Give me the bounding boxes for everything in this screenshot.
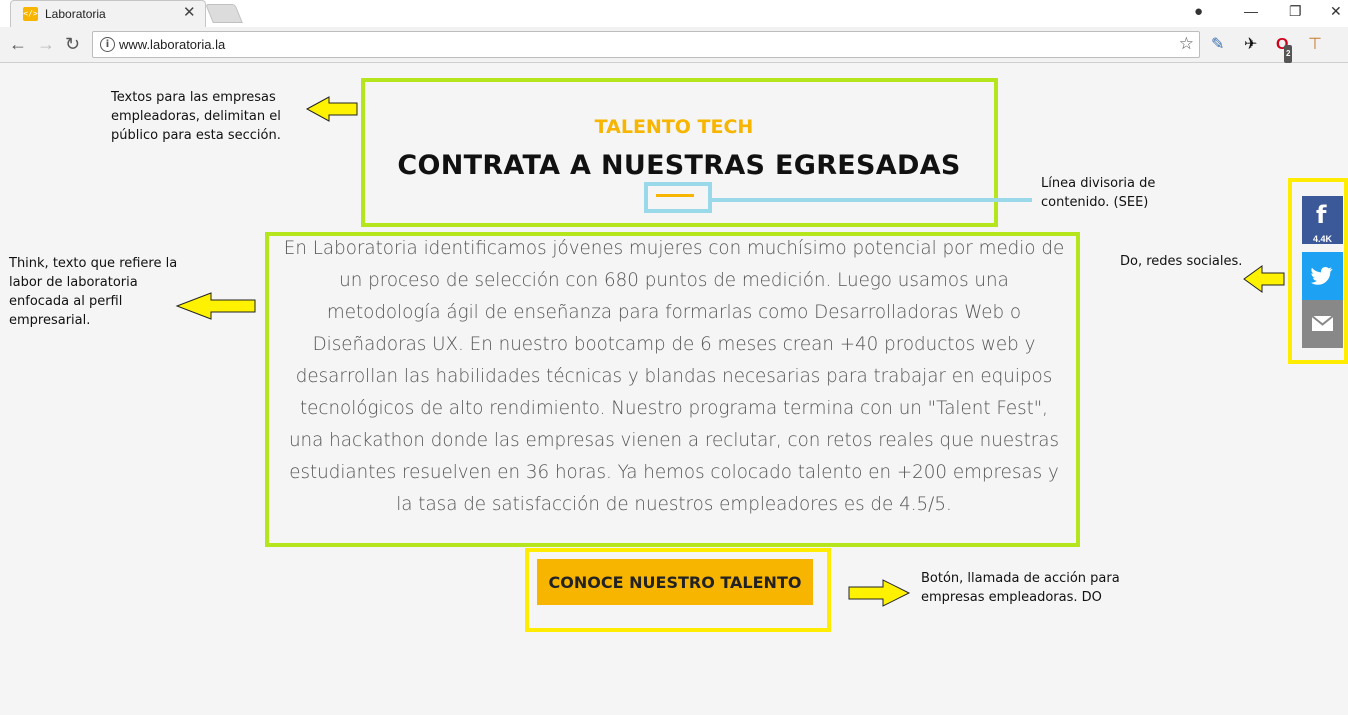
body-line: Diseñadoras UX. En nuestro bootcamp de 6… (312, 334, 1036, 355)
envelope-icon (1311, 315, 1334, 331)
email-share-button[interactable] (1302, 300, 1343, 348)
tag-extension-icon[interactable]: ⊤ (1308, 36, 1322, 54)
body-line: una hackathon donde las empresas vienen … (288, 430, 1060, 451)
laboratoria-favicon-icon: </> (23, 7, 38, 21)
new-tab-button[interactable] (205, 4, 243, 23)
extension-badge: 2 (1284, 45, 1293, 63)
url-text[interactable]: www.laboratoria.la (119, 37, 225, 52)
divider-annotation-note: Línea divisoria de contenido. (SEE) (1041, 176, 1156, 210)
body-line: tecnológicos de alto rendimiento. Nuestr… (300, 398, 1048, 419)
facebook-share-button[interactable]: f 4.4K (1302, 196, 1343, 244)
left-arrow-icon (1243, 265, 1285, 293)
think-annotation-note: Think, texto que refiere la labor de lab… (9, 256, 178, 328)
close-tab-icon[interactable]: ✕ (183, 5, 196, 21)
cta-button[interactable]: CONOCE NUESTRO TALENTO (537, 559, 813, 605)
back-icon[interactable]: ← (9, 34, 27, 54)
facebook-share-count: 4.4K (1312, 234, 1332, 244)
close-window-icon[interactable]: ✕ (1330, 3, 1342, 20)
button-annotation-note: Botón, llamada de acción para empresas e… (921, 571, 1120, 605)
body-text: En Laboratoria identificamos jóvenes muj… (276, 233, 1072, 521)
reload-icon[interactable]: ↻ (65, 34, 80, 54)
twitter-icon (1311, 267, 1333, 285)
minimize-icon[interactable]: — (1244, 3, 1258, 19)
left-arrow-icon (175, 292, 256, 320)
header-annotation-note: Textos para las empresas empleadoras, de… (111, 90, 281, 143)
divider-annotation-box (644, 182, 712, 213)
left-arrow-icon (305, 96, 358, 122)
eyedropper-extension-icon[interactable]: ✎ (1211, 36, 1224, 54)
tab-strip: </> Laboratoria ✕ ● — ❐ ✕ (0, 0, 1348, 27)
body-line: estudiantes resuelven en 36 horas. Ya he… (289, 462, 1059, 483)
bird-extension-icon[interactable]: ✈ (1244, 36, 1257, 54)
address-bar[interactable]: i www.laboratoria.la ☆ (92, 31, 1200, 58)
browser-tab[interactable]: </> Laboratoria ✕ (10, 0, 206, 27)
body-line: la tasa de satisfacción de nuestros empl… (396, 494, 952, 515)
social-annotation-note: Do, redes sociales. (1120, 254, 1243, 269)
divider-connector-line (710, 198, 1032, 202)
body-line: metodología ágil de enseñanza para forma… (326, 302, 1022, 323)
content-divider (656, 194, 694, 197)
page-title: CONTRATA A NUESTRAS EGRESADAS (397, 150, 961, 181)
browser-toolbar: ← → ↻ i www.laboratoria.la ☆ ✎ ✈ O 2 ⊤ (0, 27, 1348, 63)
info-icon[interactable]: i (100, 37, 115, 52)
body-line: desarrollan las habilidades técnicas y b… (295, 366, 1053, 387)
body-line: En Laboratoria identificamos jóvenes muj… (283, 238, 1065, 259)
forward-icon[interactable]: → (37, 34, 55, 54)
bookmark-star-icon[interactable]: ☆ (1179, 34, 1194, 54)
profile-icon[interactable]: ● (1194, 3, 1203, 20)
tab-title: Laboratoria (45, 7, 106, 21)
right-arrow-icon (848, 579, 911, 607)
twitter-share-button[interactable] (1302, 252, 1343, 300)
restore-icon[interactable]: ❐ (1289, 3, 1302, 20)
opera-extension-icon[interactable]: O 2 (1276, 36, 1293, 63)
facebook-icon: f (1316, 201, 1327, 229)
body-line: un proceso de selección con 680 puntos d… (339, 270, 1009, 291)
